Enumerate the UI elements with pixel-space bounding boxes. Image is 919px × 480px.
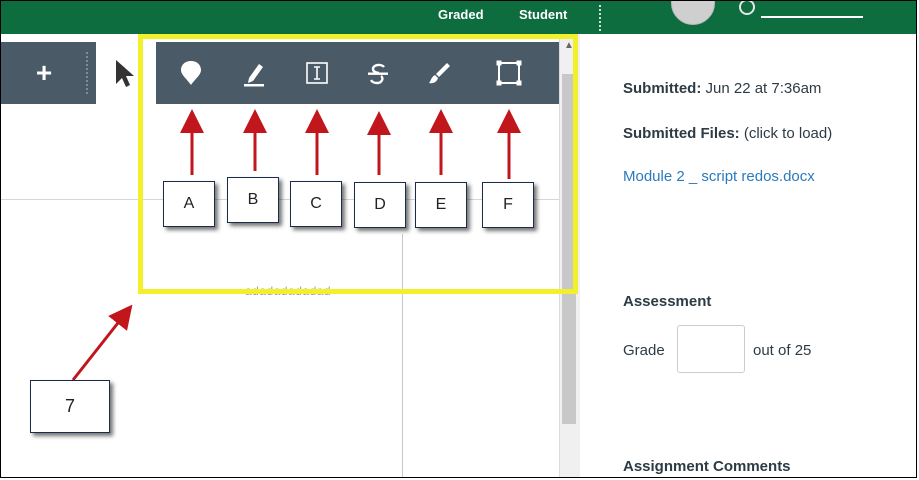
callout-e: E	[415, 182, 467, 228]
callout-b: B	[227, 177, 279, 223]
callout-a: A	[163, 181, 215, 227]
callout-step-7: 7	[30, 380, 110, 433]
callout-f: F	[482, 182, 534, 228]
callout-d: D	[354, 182, 406, 228]
arrow-7	[71, 304, 133, 381]
callout-c: C	[290, 181, 342, 227]
callout-arrows	[71, 109, 521, 381]
screenshot-frame: Graded Student + adadadadadad ▲ Submitte…	[0, 0, 917, 478]
